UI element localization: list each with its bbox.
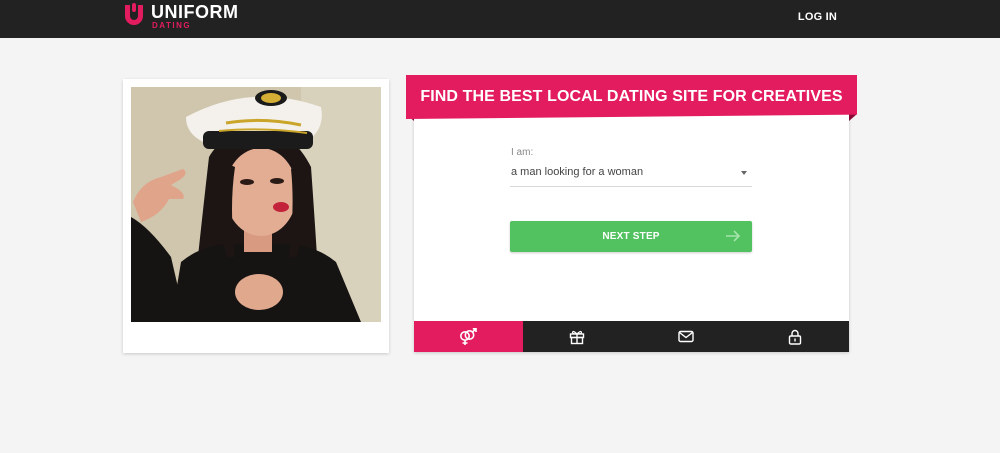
- logo-mark-icon: [123, 3, 145, 27]
- gift-icon: [569, 330, 585, 344]
- lock-icon: [788, 329, 801, 345]
- ribbon-fold-right: [849, 114, 857, 121]
- form-title: FIND THE BEST LOCAL DATING SITE FOR CREA…: [420, 88, 843, 105]
- gender-select-value: a man looking for a woman: [511, 166, 644, 178]
- feature-tabs: [414, 321, 849, 352]
- profile-photo: [131, 87, 381, 322]
- chevron-down-icon: [741, 171, 747, 175]
- tab-lock[interactable]: [740, 321, 849, 352]
- gender-select[interactable]: a man looking for a woman: [510, 162, 752, 187]
- top-navigation-bar: UNIFORM DATING LOG IN: [0, 0, 1000, 38]
- next-step-label: NEXT STEP: [602, 231, 660, 242]
- logo-text: UNIFORM DATING: [151, 3, 239, 30]
- tab-mail[interactable]: [632, 321, 741, 352]
- tab-gender[interactable]: [414, 321, 523, 352]
- login-link[interactable]: LOG IN: [798, 11, 837, 23]
- site-logo[interactable]: UNIFORM DATING: [123, 3, 239, 30]
- logo-name: UNIFORM: [151, 2, 239, 22]
- arrow-right-icon: [726, 230, 741, 242]
- gender-icon: [460, 327, 478, 345]
- profile-photo-card: [123, 79, 389, 353]
- mail-icon: [678, 330, 694, 343]
- tab-gift[interactable]: [523, 321, 632, 352]
- gender-field-label: I am:: [511, 147, 534, 158]
- next-step-button[interactable]: NEXT STEP: [510, 221, 752, 252]
- logo-subtitle: DATING: [152, 21, 192, 30]
